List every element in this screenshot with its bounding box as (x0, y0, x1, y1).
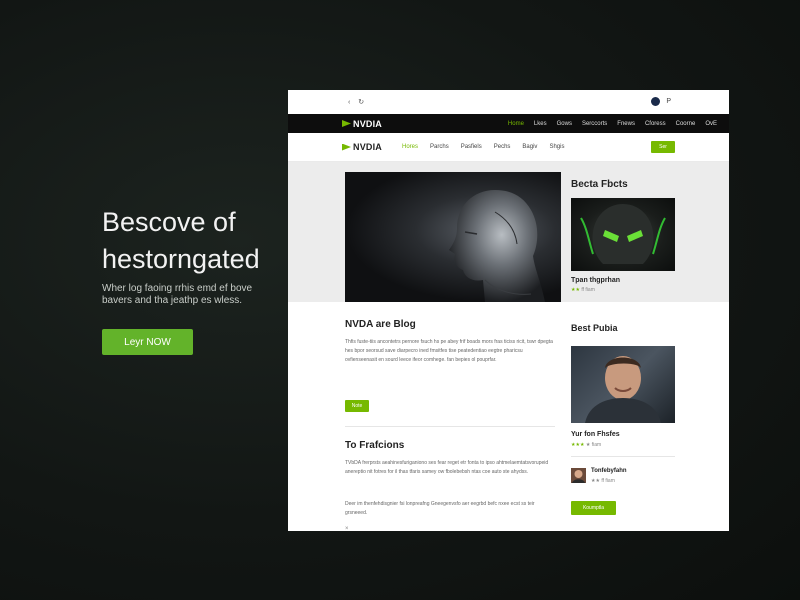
browser-right-controls: P (651, 97, 671, 106)
sub-nav-item[interactable]: Pechs (494, 144, 511, 150)
fractions-text-2: Deer im thenfehdisgnier fsi lonpreafng G… (345, 501, 535, 516)
logo-eye-icon (342, 143, 351, 151)
sub-nav-item[interactable]: Pasfiels (461, 144, 482, 150)
card-image[interactable] (571, 198, 675, 271)
browser-right-label: P (666, 98, 671, 105)
featured-image[interactable] (345, 172, 561, 302)
top-nav-item[interactable]: Home (508, 121, 524, 127)
hero-subtitle: Wher log faoing rrhis emd ef bove bavers… (102, 283, 253, 306)
brand-name: NVDIA (353, 118, 383, 129)
top-nav-item[interactable]: Serccorts (582, 121, 607, 127)
bottom-mark: × (345, 526, 349, 531)
author-portrait (572, 470, 585, 483)
rating-stars: ★★ (571, 287, 580, 293)
top-nav-item[interactable]: Fnews (617, 121, 635, 127)
helmet-illustration (580, 204, 666, 264)
best-rating-stars: ★★★ (571, 442, 585, 448)
sub-nav-item[interactable]: Hores (402, 144, 418, 150)
best-heading: Best Pubia (571, 323, 618, 333)
blog-text: Thfis fuste-tiis ancontetrs pernore fsuc… (345, 339, 553, 363)
brand-logo-secondary[interactable]: NVDIA (342, 142, 382, 152)
hero-title: Bescove of hestorngated (102, 204, 292, 278)
refresh-icon[interactable]: ↻ (358, 99, 364, 106)
card-meta: ★★ ff fiam (571, 287, 595, 293)
top-nav-item[interactable]: Lkes (534, 121, 547, 127)
fractions-title[interactable]: To Frafcions (345, 440, 404, 451)
hero-title-line-1: Bescove of (102, 207, 236, 237)
best-meta: ★★★ ★ fiam (571, 442, 601, 448)
best-button[interactable]: Koumptla (571, 501, 616, 515)
website-mockup: ‹ ↻ P NVDIA Home Lkes Gows Serccorts Fne… (288, 90, 729, 531)
browser-nav-icons: ‹ ↻ (348, 98, 370, 106)
best-meta-text: ★ fiam (584, 442, 602, 448)
author-meta: ★★ ff fiam (591, 478, 615, 484)
back-icon[interactable]: ‹ (348, 99, 350, 106)
author-avatar[interactable] (571, 468, 586, 483)
top-nav: Home Lkes Gows Serccorts Fnews Cforess C… (508, 121, 717, 127)
top-nav-item[interactable]: Gows (557, 121, 572, 127)
sub-nav-item[interactable]: Parchs (430, 144, 449, 150)
best-title[interactable]: Yur fon Fhsfes (571, 431, 620, 438)
card-meta-text: ff fiam (579, 287, 595, 293)
fractions-text: TVbDA frerprsts aeahinesfuriganiono ses … (345, 460, 549, 475)
top-navbar: NVDIA Home Lkes Gows Serccorts Fnews Cfo… (288, 114, 729, 133)
cyborg-head-illustration (449, 190, 545, 302)
logo-eye-icon (342, 120, 351, 127)
divider (345, 426, 555, 427)
best-divider (571, 456, 675, 457)
sub-navbar: NVDIA Hores Parchs Pasfiels Pechs Bagiv … (288, 133, 729, 162)
blog-title[interactable]: NVDA are Blog (345, 319, 416, 330)
author-name[interactable]: Tonfebyfahn (591, 468, 627, 474)
brand-logo[interactable]: NVDIA (342, 119, 382, 129)
top-nav-item[interactable]: OvE (705, 121, 717, 127)
browser-toolbar: ‹ ↻ P (288, 90, 729, 114)
sub-nav-item[interactable]: Shgis (549, 144, 564, 150)
profile-icon[interactable] (651, 97, 661, 106)
blog-button[interactable]: Note (345, 400, 369, 412)
top-nav-item[interactable]: Cforess (645, 121, 666, 127)
learn-now-button[interactable]: Leyr NOW (102, 329, 193, 355)
top-nav-item[interactable]: Coorne (676, 121, 696, 127)
sub-nav-button[interactable]: Ser (651, 141, 675, 153)
person-portrait (585, 356, 661, 423)
right-section-heading: Becta Fbcts (571, 179, 628, 190)
sub-nav-item[interactable]: Bagiv (522, 144, 537, 150)
hero-title-line-2: hestorngated (102, 244, 260, 274)
brand-name-secondary: NVDIA (353, 142, 383, 152)
card-title[interactable]: Tpan thgprhan (571, 277, 620, 284)
sub-nav: Hores Parchs Pasfiels Pechs Bagiv Shgis (402, 144, 564, 150)
best-image[interactable] (571, 346, 675, 423)
